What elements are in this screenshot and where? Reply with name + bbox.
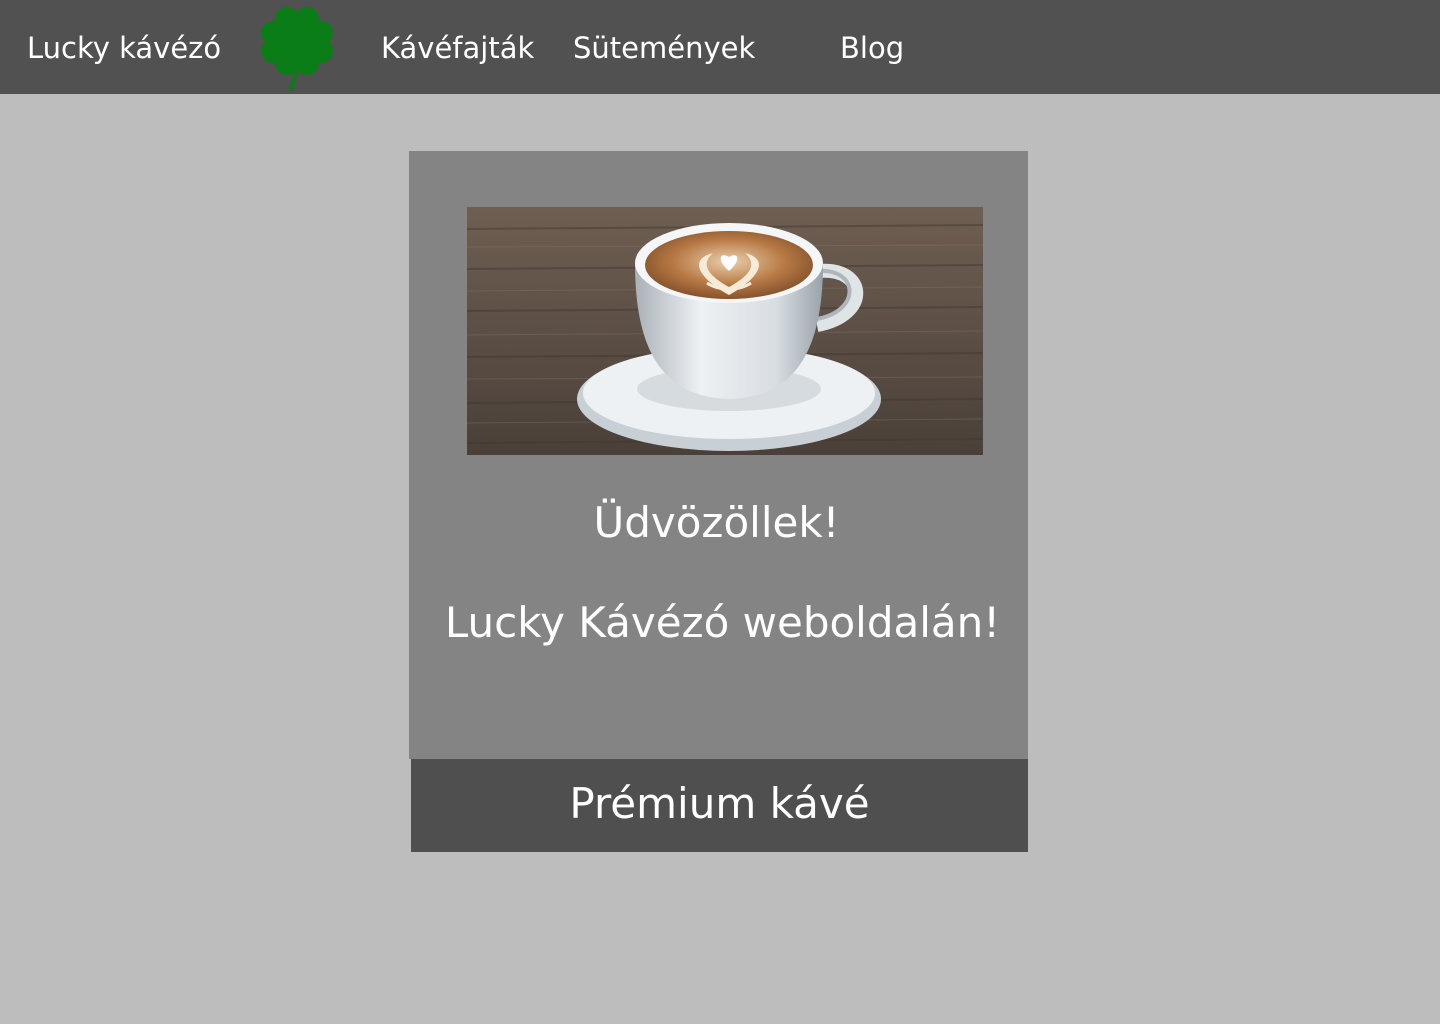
welcome-subtitle: Lucky Kávézó weboldalán! [444,598,1001,647]
nav-item-blog[interactable]: Blog [840,28,904,68]
brand-link[interactable]: Lucky kávézó [27,28,221,68]
coffee-cup-photo [467,207,983,455]
welcome-card: Üdvözöllek! Lucky Kávézó weboldalán! [409,151,1028,759]
top-navbar: Lucky kávézó Kávéfajták Sütemények Blog [0,0,1440,94]
welcome-title: Üdvözöllek! [593,498,840,547]
nav-item-sutemenyek[interactable]: Sütemények [573,28,755,68]
premium-coffee-button[interactable]: Prémium kávé [411,759,1028,852]
four-leaf-clover-icon[interactable] [257,3,337,91]
nav-item-kavefajtak[interactable]: Kávéfajták [381,28,534,68]
